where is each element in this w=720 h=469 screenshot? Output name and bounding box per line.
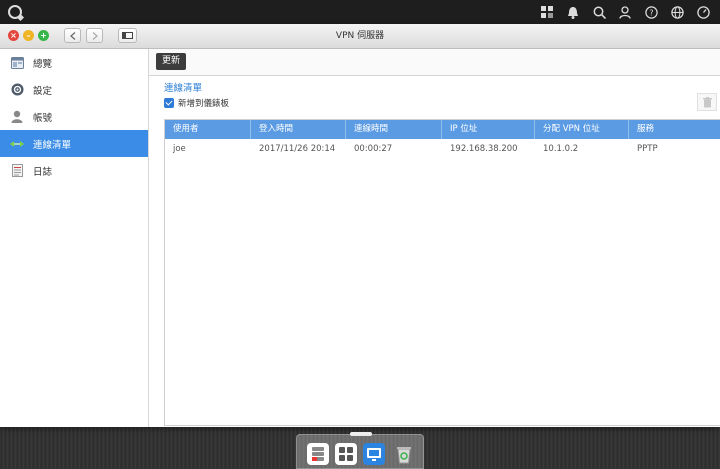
main-content: 更新 連線清單 新增到儀錶板 使用者 登入時間 連線時間 IP 位址 分配 VP…: [149, 49, 720, 427]
sidebar-item-label: 帳號: [33, 112, 53, 124]
column-header-service[interactable]: 服務: [629, 120, 720, 139]
sidebar-item-log[interactable]: 日誌: [0, 157, 148, 184]
svg-text:?: ?: [649, 8, 653, 17]
settings-icon: [10, 83, 24, 97]
dock-app-apps-grid-icon[interactable]: [335, 443, 357, 465]
sidebar-item-settings[interactable]: 設定: [0, 76, 148, 103]
toolbar: 更新: [149, 49, 720, 76]
dashboard-gauge-icon[interactable]: [690, 0, 716, 24]
table-row[interactable]: joe 2017/11/26 20:14 00:00:27 192.168.38…: [165, 139, 720, 159]
vpn-server-window: × – + VPN 伺服器 總覽 設定 帳號 連線清單 日誌 更新 連線清單 新…: [0, 24, 720, 427]
cell-connection-time: 00:00:27: [354, 144, 393, 154]
help-icon[interactable]: ?: [638, 0, 664, 24]
add-to-dashboard-row: 新增到儀錶板: [164, 97, 229, 109]
column-header-user[interactable]: 使用者: [165, 120, 251, 139]
notification-bell-icon[interactable]: [560, 0, 586, 24]
column-header-assigned-vpn-address[interactable]: 分配 VPN 位址: [535, 120, 629, 139]
cell-assigned-vpn-address: 10.1.0.2: [543, 144, 579, 154]
column-header-ip-address[interactable]: IP 位址: [442, 120, 535, 139]
sidebar-item-label: 總覽: [33, 58, 53, 70]
search-icon[interactable]: [586, 0, 612, 24]
top-bar-icons: ?: [534, 0, 716, 24]
connection-list-icon: [10, 137, 24, 151]
add-to-dashboard-checkbox[interactable]: [164, 98, 174, 108]
window-titlebar: × – + VPN 伺服器: [0, 24, 720, 49]
user-icon[interactable]: [612, 0, 638, 24]
dock-app-recycle-bin-icon[interactable]: [393, 443, 415, 465]
overview-icon: [10, 56, 24, 70]
dock-app-vpn-server-icon[interactable]: [363, 443, 385, 465]
section-title: 連線清單: [164, 83, 203, 94]
sidebar-item-connection-list[interactable]: 連線清單: [0, 130, 148, 157]
language-globe-icon[interactable]: [664, 0, 690, 24]
trash-icon: [702, 96, 712, 107]
qnap-logo-icon[interactable]: [8, 5, 22, 19]
window-title: VPN 伺服器: [335, 31, 385, 41]
column-header-login-time[interactable]: 登入時間: [251, 120, 346, 139]
update-button[interactable]: 更新: [156, 53, 186, 70]
table-header: 使用者 登入時間 連線時間 IP 位址 分配 VPN 位址 服務: [165, 120, 720, 139]
sidebar-item-label: 設定: [33, 85, 53, 97]
column-header-connection-time[interactable]: 連線時間: [346, 120, 442, 139]
system-top-bar: ?: [0, 0, 720, 24]
log-icon: [10, 164, 24, 178]
delete-button[interactable]: [697, 93, 717, 111]
cell-login-time: 2017/11/26 20:14: [259, 144, 336, 154]
cell-service: PPTP: [637, 144, 658, 154]
add-to-dashboard-label[interactable]: 新增到儀錶板: [178, 97, 229, 109]
connection-table: 使用者 登入時間 連線時間 IP 位址 分配 VPN 位址 服務 joe 201…: [164, 119, 720, 426]
sidebar-item-account[interactable]: 帳號: [0, 103, 148, 130]
task-manager-icon[interactable]: [534, 0, 560, 24]
sidebar: 總覽 設定 帳號 連線清單 日誌: [0, 49, 149, 427]
sidebar-item-overview[interactable]: 總覽: [0, 49, 148, 76]
cell-ip-address: 192.168.38.200: [450, 144, 518, 154]
cell-user: joe: [173, 144, 186, 154]
sidebar-item-label: 日誌: [33, 166, 53, 178]
account-icon: [10, 110, 24, 124]
dock: [296, 434, 424, 469]
sidebar-item-label: 連線清單: [33, 139, 72, 151]
dock-app-main-menu-icon[interactable]: [307, 443, 329, 465]
